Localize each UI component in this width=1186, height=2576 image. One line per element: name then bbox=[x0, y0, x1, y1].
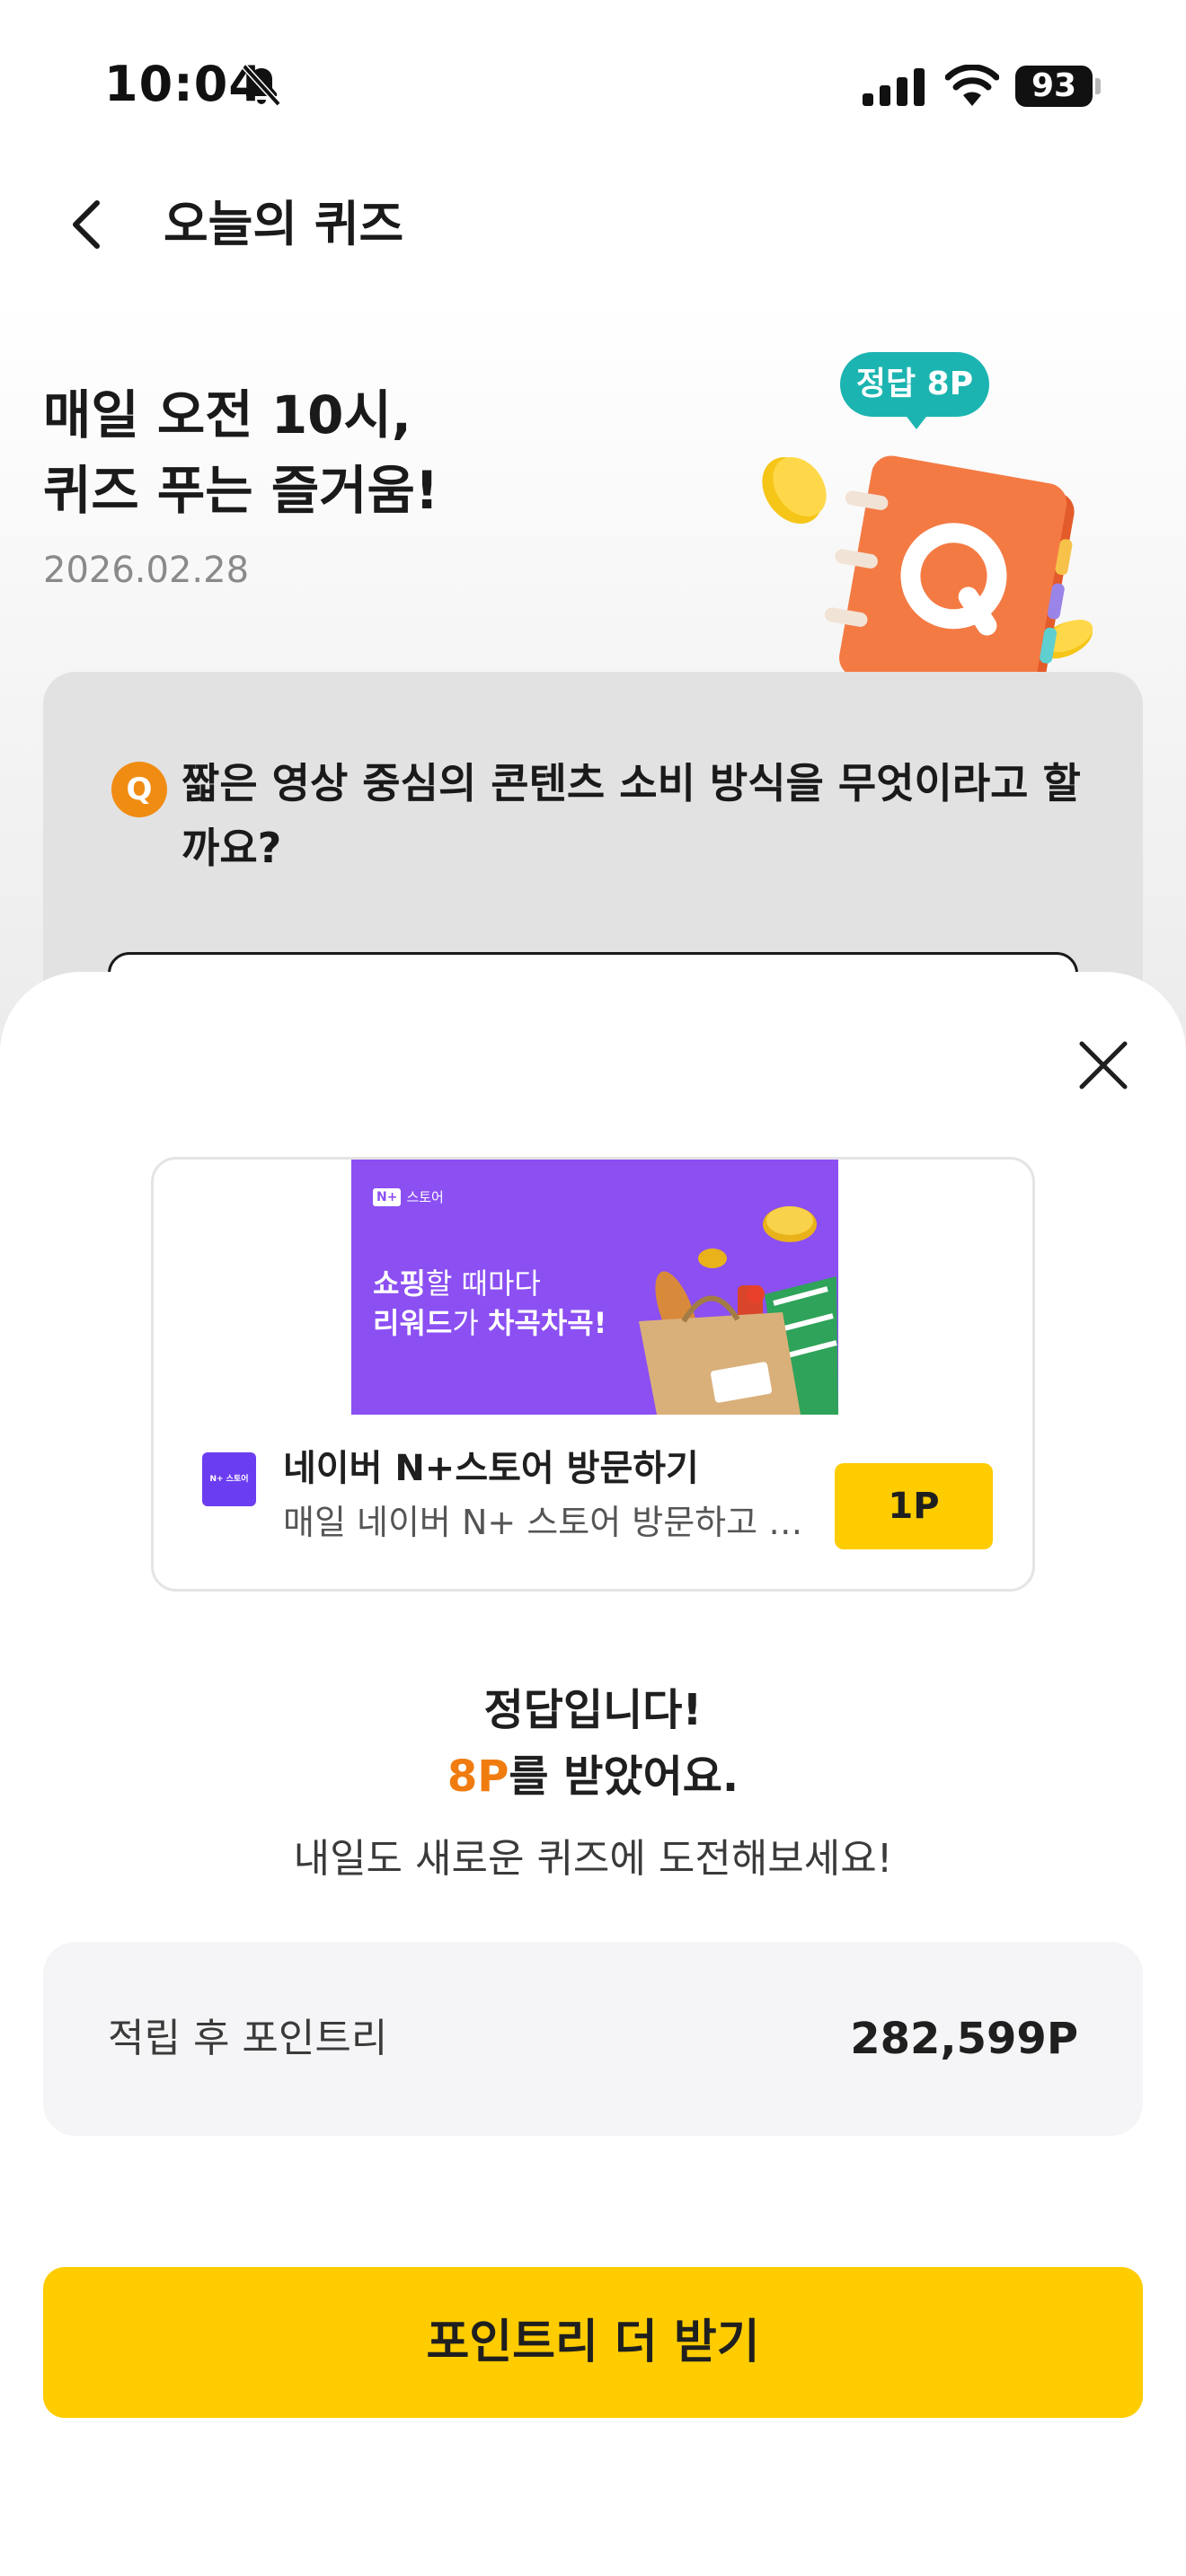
quiz-date: 2026.02.28 bbox=[43, 550, 250, 591]
ad-banner-brand: N+ 스토어 bbox=[373, 1188, 444, 1206]
result-title: 정답입니다! bbox=[483, 1685, 703, 1735]
banner-copy-bold-2: 리워드 bbox=[373, 1306, 453, 1340]
banner-copy-rest-1: 할 때마다 bbox=[425, 1266, 541, 1301]
result-bottom-sheet: N+ 스토어 쇼핑할 때마다 리워드가 차곡차곡! N+ 스토어 네이버 N+스… bbox=[0, 972, 1186, 2576]
battery-tip bbox=[1095, 78, 1101, 94]
battery-level: 93 bbox=[1015, 66, 1093, 107]
close-icon[interactable] bbox=[1075, 1037, 1132, 1094]
page-title: 오늘의 퀴즈 bbox=[164, 196, 404, 252]
ad-banner-copy: 쇼핑할 때마다 리워드가 차곡차곡! bbox=[373, 1264, 642, 1343]
answer-reward-bubble: 정답 8P bbox=[840, 352, 989, 417]
battery-indicator: 93 bbox=[1015, 66, 1102, 107]
banner-copy-bold-3: 차곡차곡! bbox=[487, 1306, 607, 1340]
banner-copy-line-2: 리워드가 차곡차곡! bbox=[373, 1303, 642, 1343]
banner-copy-bold-1: 쇼핑 bbox=[373, 1266, 426, 1301]
brand-chip: N+ bbox=[373, 1188, 402, 1206]
ad-description: 매일 네이버 N+ 스토어 방문하고 포인트 받기 bbox=[283, 1503, 804, 1542]
brand-label: 스토어 bbox=[406, 1189, 444, 1205]
wifi-icon bbox=[945, 65, 999, 106]
get-more-points-button[interactable]: 포인트리 더 받기 bbox=[43, 2267, 1143, 2418]
headline-line-2: 퀴즈 푸는 즐거움! bbox=[43, 460, 439, 521]
cellular-signal-icon bbox=[863, 68, 925, 106]
balance-label: 적립 후 포인트리 bbox=[108, 2016, 388, 2061]
headline-line-1: 매일 오전 10시, bbox=[43, 384, 412, 446]
ad-title: 네이버 N+스토어 방문하기 bbox=[283, 1448, 699, 1489]
status-bar: 10:04 93 bbox=[0, 0, 1186, 171]
back-chevron-icon[interactable] bbox=[65, 187, 108, 262]
answer-bubble-tail bbox=[904, 413, 929, 429]
ad-logo: N+ 스토어 bbox=[202, 1452, 256, 1506]
bell-muted-icon bbox=[242, 64, 281, 107]
ad-point-button[interactable]: 1P bbox=[835, 1463, 993, 1549]
quiz-page-background: 10:04 93 오늘의 퀴즈 매일 오전 10시, 퀴즈 푸는 즐거움! 20… bbox=[0, 0, 1186, 1078]
earned-points-suffix: 를 받았어요. bbox=[509, 1751, 739, 1802]
ad-logo-text: N+ 스토어 bbox=[209, 1475, 249, 1484]
result-points: 8P를 받았어요. bbox=[0, 1742, 1186, 1811]
balance-summary: 적립 후 포인트리 282,599P bbox=[43, 1942, 1143, 2136]
ad-card[interactable]: N+ 스토어 쇼핑할 때마다 리워드가 차곡차곡! N+ 스토어 네이버 N+스… bbox=[151, 1157, 1035, 1592]
ad-banner-image[interactable]: N+ 스토어 쇼핑할 때마다 리워드가 차곡차곡! bbox=[351, 1160, 838, 1415]
question-text: 짧은 영상 중심의 콘텐츠 소비 방식을 무엇이라고 할까요? bbox=[181, 759, 1081, 872]
banner-copy-line-1: 쇼핑할 때마다 bbox=[373, 1264, 642, 1303]
result-subtitle: 내일도 새로운 퀴즈에 도전해보세요! bbox=[293, 1836, 893, 1882]
balance-value: 282,599P bbox=[850, 2014, 1078, 2064]
nav-bar: 오늘의 퀴즈 bbox=[0, 171, 1186, 278]
quiz-headline: 매일 오전 10시, 퀴즈 푸는 즐거움! bbox=[43, 377, 672, 528]
earned-points: 8P bbox=[447, 1751, 509, 1802]
shopping-bag-illustration-icon bbox=[639, 1206, 838, 1415]
question-badge: Q bbox=[111, 762, 167, 817]
banner-copy-rest-2: 가 bbox=[452, 1306, 488, 1340]
